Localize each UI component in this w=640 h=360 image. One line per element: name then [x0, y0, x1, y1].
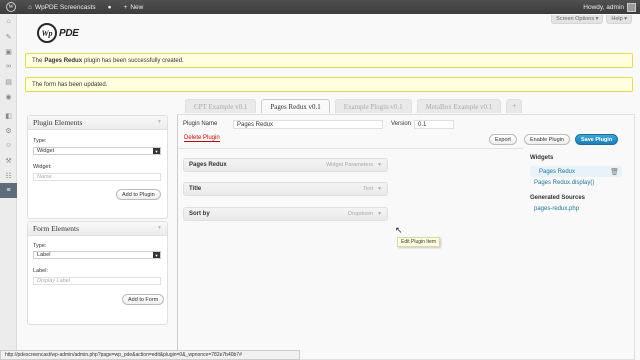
admin-sidebar: ⌂ ✎ ▣ ∞ ▤ ◉ ◧ ⚙ ☺ ⚒ ☷ ≡ [0, 14, 17, 360]
delete-plugin-link[interactable]: Delete Plugin [184, 135, 220, 142]
links-icon[interactable]: ∞ [0, 59, 17, 74]
media-icon[interactable]: ▣ [0, 44, 17, 59]
tab-metabox-example[interactable]: MetaBox Example v0.1 [416, 99, 502, 113]
wp-menu[interactable]: W [0, 0, 22, 14]
chevron-down-icon: ▼ [153, 252, 160, 258]
add-to-form-button[interactable]: Add to Form [122, 294, 165, 305]
tab-cpt-example[interactable]: CPT Example v0.1 [185, 99, 257, 113]
export-button[interactable]: Export [489, 134, 517, 145]
site-name: WpPDE Screencasts [34, 3, 96, 11]
add-to-plugin-button[interactable]: Add to Plugin [116, 189, 161, 200]
wp-pde-icon[interactable]: ≡ [0, 183, 17, 198]
widget-label: Widget: [33, 164, 52, 170]
settings-icon[interactable]: ☷ [0, 168, 17, 183]
add-tab-button[interactable]: + [506, 99, 523, 113]
site-name-link[interactable]: ⌂ WpPDE Screencasts [22, 0, 102, 14]
logo-text: PDE [59, 27, 79, 39]
help-button[interactable]: Help ▾ [606, 15, 632, 24]
form-elements-box: Form Elements ▼ Type: Label ▼ Label: Dis… [27, 221, 168, 325]
type-label: Type: [33, 243, 47, 249]
type-label: Type: [33, 138, 47, 144]
version-input[interactable]: 0.1 [414, 120, 454, 129]
new-label: New [130, 3, 144, 11]
expand-arrow-icon[interactable]: ▼ [377, 186, 382, 192]
plugins-icon[interactable]: ⚙ [0, 123, 17, 138]
enable-plugin-button[interactable]: Enable Plugin [524, 134, 570, 145]
plugin-elements-header[interactable]: Plugin Elements ▼ [28, 116, 167, 130]
collapse-arrow-icon[interactable]: ▼ [157, 226, 162, 231]
dashboard-icon[interactable]: ⌂ [0, 14, 17, 29]
logo-mark: Wp [37, 23, 57, 43]
comments-link[interactable]: ● [102, 0, 118, 14]
plugin-element-type-select[interactable]: Widget ▼ [33, 147, 161, 155]
plugin-name-label: Plugin Name [183, 121, 218, 127]
source-file-link[interactable]: pages-redux.php [534, 206, 579, 212]
expand-arrow-icon[interactable]: ▼ [377, 162, 382, 168]
avatar [627, 2, 636, 12]
appearance-icon[interactable]: ◧ [0, 108, 17, 123]
display-label-input[interactable]: Display Label [33, 277, 161, 285]
tools-icon[interactable]: ⚒ [0, 153, 17, 168]
plugin-item-pages-redux[interactable]: Pages Redux Widget Parameters ▼ [183, 158, 388, 172]
form-element-type-select[interactable]: Label ▼ [33, 251, 161, 259]
label-label: Label: [33, 268, 48, 274]
comment-bubble-icon: ● [107, 3, 112, 11]
chevron-down-icon: ▼ [153, 148, 160, 154]
screen-options-button[interactable]: Screen Options ▾ [551, 15, 604, 24]
edit-item-tooltip: Edit Plugin Item [397, 237, 441, 247]
plugin-item-title[interactable]: Title Text ▼ [183, 182, 388, 196]
howdy-text: Howdy, admin [583, 3, 624, 11]
plugin-elements-box: Plugin Elements ▼ Type: Widget ▼ Widget:… [27, 115, 168, 219]
plugin-created-notice: The Pages Redux plugin has been successf… [25, 53, 633, 68]
my-account-link[interactable]: Howdy, admin [577, 0, 640, 14]
save-plugin-button[interactable]: Save Plugin [575, 134, 619, 145]
plugin-name-input[interactable]: Pages Redux [233, 120, 383, 129]
version-label: Version [391, 121, 412, 127]
plugin-tabs: CPT Example v0.1 Pages Redux v0.1 Exampl… [185, 99, 523, 113]
posts-icon[interactable]: ✎ [0, 29, 17, 44]
tab-pages-redux[interactable]: Pages Redux v0.1 [261, 99, 330, 113]
collapse-arrow-icon[interactable]: ▼ [157, 120, 162, 125]
users-icon[interactable]: ☺ [0, 138, 17, 153]
mouse-cursor-icon: ↖ [395, 225, 403, 235]
plus-icon: + [123, 3, 128, 11]
wordpress-logo-icon: W [6, 2, 16, 12]
admin-bar: W ⌂ WpPDE Screencasts ● + New Howdy, adm… [0, 0, 640, 14]
trash-icon[interactable]: 🗑 [610, 168, 619, 176]
plugin-item-sort-by[interactable]: Sort by Dropdown ▼ [183, 207, 388, 221]
screen-meta-links: Screen Options ▾ Help ▾ [551, 15, 632, 24]
wppde-logo: Wp PDE [37, 22, 79, 44]
form-elements-header[interactable]: Form Elements ▼ [28, 222, 167, 236]
widgets-heading: Widgets [530, 155, 554, 161]
comments-icon[interactable]: ◉ [0, 89, 17, 104]
widget-function-link[interactable]: Pages Redux.display() [534, 180, 594, 186]
form-updated-notice: The form has been updated. [25, 77, 633, 92]
widget-entry[interactable]: Pages Redux 🗑 [530, 166, 622, 177]
new-content-link[interactable]: + New [118, 0, 150, 14]
tab-example-plugin[interactable]: Example Plugin v0.1 [334, 99, 412, 113]
home-icon: ⌂ [28, 3, 32, 11]
pages-icon[interactable]: ▤ [0, 74, 17, 89]
expand-arrow-icon[interactable]: ▼ [377, 211, 382, 217]
widget-name-input[interactable]: Name [33, 173, 161, 181]
browser-status-bar: http://pdescreencast/wp-admin/admin.php?… [0, 350, 300, 360]
generated-sources-heading: Generated Sources [530, 195, 586, 201]
divider [178, 148, 523, 149]
main-content: Screen Options ▾ Help ▾ Wp PDE The Pages… [17, 14, 640, 360]
